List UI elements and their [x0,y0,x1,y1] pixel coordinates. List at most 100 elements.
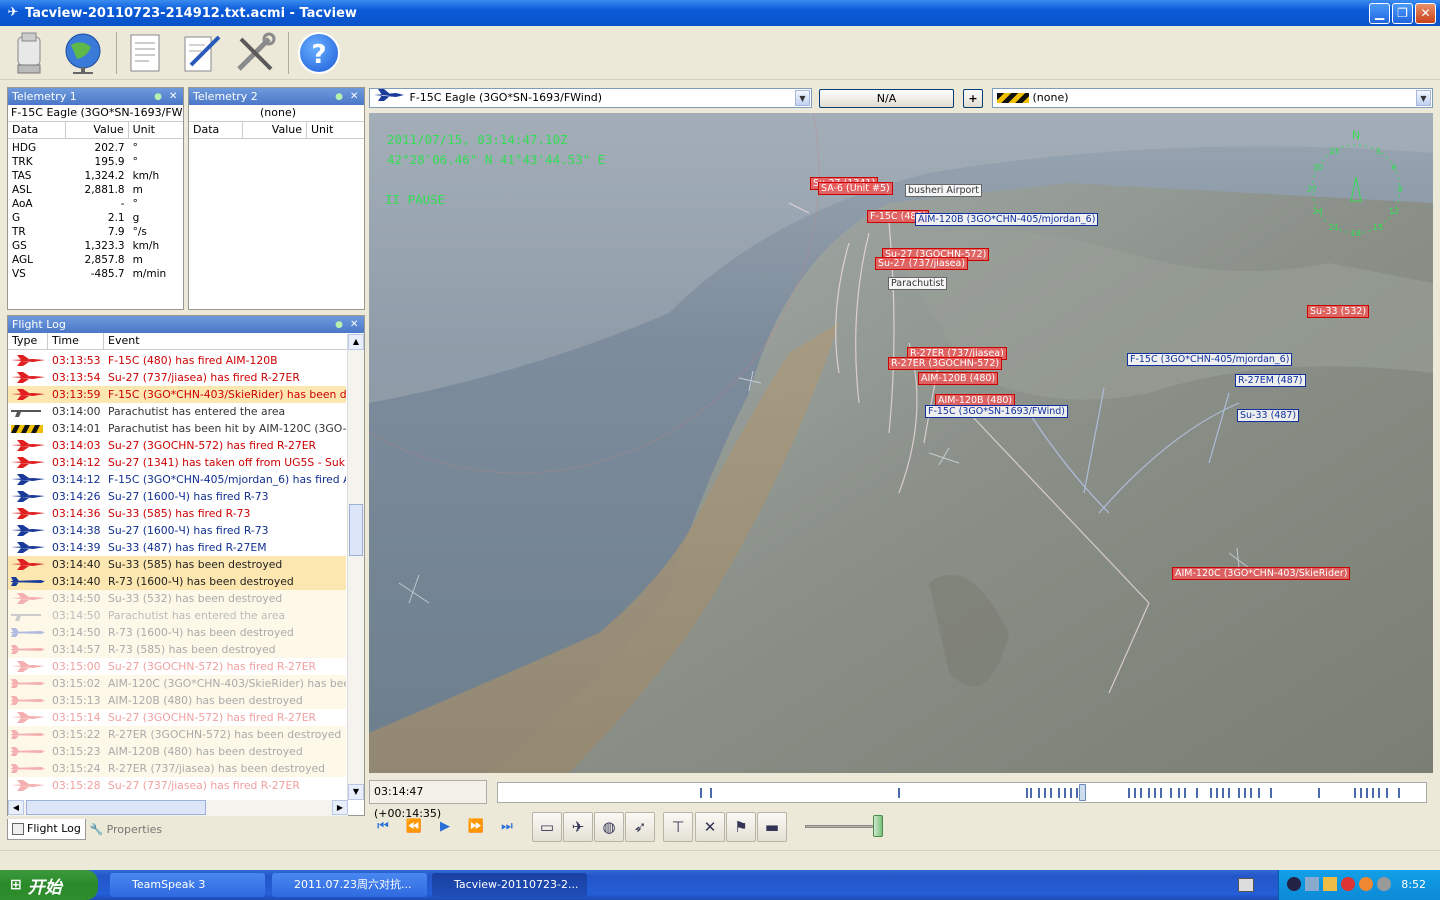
task-tacview[interactable]: Tacview-20110723-2... [432,873,587,897]
tank-icon[interactable]: ▬ [757,812,787,842]
event-timeline[interactable] [497,782,1427,803]
object-label[interactable]: AIM-120B (480) [918,372,999,385]
log-entry[interactable]: 03:15:00 Su-27 (3GOCHN-572) has fired R-2… [8,658,346,675]
play-icon[interactable]: ▶ [432,812,458,840]
log-entry[interactable]: 03:15:02 AIM-120C (3GO*CHN-403/SkieRider)… [8,675,346,692]
pin-icon[interactable]: ● [334,92,344,102]
telemetry-2-object[interactable]: (none) [189,105,364,122]
globe-network-icon[interactable] [60,30,106,76]
col-data[interactable]: Data [189,122,243,138]
log-entry[interactable]: 03:15:13 AIM-120B (480) has been destroye… [8,692,346,709]
aircraft-filter-icon[interactable]: ✈ [563,812,593,842]
timeline-cursor[interactable] [1078,784,1086,801]
log-entry[interactable]: 03:13:54 Su-27 (737/jiasea) has fired R-2… [8,369,346,386]
object-label[interactable]: R-27ER (3GOCHN-572) [888,357,1003,370]
missile-filter-icon[interactable]: ➶ [625,812,655,842]
fast-forward-icon[interactable]: ⏩ [463,812,489,840]
volume-icon[interactable] [1377,877,1391,891]
scroll-down-button[interactable]: ▼ [348,784,364,800]
log-entry[interactable]: 03:14:12 F-15C (3GO*CHN-405/mjordan_6) ha… [8,471,346,488]
log-horizontal-scrollbar[interactable]: ◀ ▶ [8,800,348,816]
col-value[interactable]: Value [66,122,129,138]
log-entry[interactable]: 03:14:40 R-73 (1600-Ч) has been destroyed [8,573,346,590]
pin-icon[interactable]: ● [153,92,163,102]
close-button[interactable]: ✕ [1415,2,1436,24]
log-entry[interactable]: 03:14:39 Su-33 (487) has fired R-27EM [8,539,346,556]
help-icon[interactable]: ? [296,30,342,76]
object-label[interactable]: SA-6 (Unit #5) [818,182,893,195]
speed-slider-thumb[interactable] [873,815,883,837]
warning-icon[interactable] [1323,877,1337,891]
tab-properties[interactable]: 🔧 Properties [86,819,166,840]
object-label[interactable]: Su-27 (737/jiasea) [875,257,969,270]
crossed-weapons-icon[interactable]: ✕ [695,812,725,842]
object-label[interactable]: AIM-120C (3GO*CHN-403/SkieRider) [1172,567,1351,580]
task-teamspeak[interactable]: TeamSpeak 3 [110,873,265,897]
close-icon[interactable]: ✕ [350,319,360,330]
radar-icon[interactable]: ⊤ [663,812,693,842]
object-label[interactable]: Parachutist [888,277,948,290]
log-entry[interactable]: 03:14:12 Su-27 (1341) has taken off from … [8,454,346,471]
col-time[interactable]: Time [48,333,104,349]
log-entry[interactable]: 03:13:59 F-15C (3GO*CHN-403/SkieRider) ha… [8,386,346,403]
cockpit-view-icon[interactable]: ▭ [532,812,562,842]
h-scroll-thumb[interactable] [26,800,206,815]
maximize-button[interactable]: ❐ [1392,2,1413,24]
scroll-thumb[interactable] [349,504,363,556]
chevron-down-icon[interactable]: ▼ [795,90,810,106]
object-label[interactable]: Su-33 (532) [1307,305,1370,318]
scroll-right-button[interactable]: ▶ [332,800,348,815]
log-entry[interactable]: 03:14:36 Su-33 (585) has fired R-73 [8,505,346,522]
close-icon[interactable]: ✕ [169,91,179,102]
col-event[interactable]: Event [104,333,348,349]
minimize-button[interactable]: ▁ [1369,2,1390,24]
helicopter-icon[interactable]: ⚑ [726,812,756,842]
object-label[interactable]: F-15C (3GO*SN-1693/FWind) [925,405,1068,418]
close-icon[interactable]: ✕ [350,91,360,102]
keyboard-icon[interactable] [1238,878,1254,892]
log-entry[interactable]: 03:14:50 R-73 (1600-Ч) has been destroyed [8,624,346,641]
log-entry[interactable]: 03:14:50 Su-33 (532) has been destroyed [8,590,346,607]
title-bar[interactable]: ✈ Tacview-20110723-214912.txt.acmi - Tac… [0,0,1440,26]
network-icon[interactable] [1305,877,1319,891]
object-label[interactable]: Su-33 (487) [1237,409,1300,422]
tray-app-icon[interactable] [1287,877,1301,891]
log-vertical-scrollbar[interactable]: ▲ ▼ [347,334,364,800]
start-button[interactable]: ⊞ 开始 [0,870,98,900]
task-ie[interactable]: 2011.07.23周六对抗... [272,873,427,897]
log-entry[interactable]: 03:14:40 Su-33 (585) has been destroyed [8,556,346,573]
log-entry[interactable]: 03:14:00 Parachutist has entered the area [8,403,346,420]
object-label[interactable]: AIM-120B (3GO*CHN-405/mjordan_6) [915,213,1099,226]
log-entry[interactable]: 03:15:28 Su-27 (737/jiasea) has fired R-2… [8,777,346,794]
add-button[interactable]: + [963,89,983,108]
col-unit[interactable]: Unit [129,122,183,138]
telemetry-1-object[interactable]: F-15C Eagle (3GO*SN-1693/FWind) [8,105,183,122]
update-icon[interactable] [1359,877,1373,891]
antivirus-icon[interactable] [1341,877,1355,891]
scroll-up-button[interactable]: ▲ [348,334,364,350]
globe-filter-icon[interactable]: ◍ [594,812,624,842]
notepad-pencil-icon[interactable] [178,30,224,76]
object-label[interactable]: F-15C (3GO*CHN-405/mjordan_6) [1127,353,1293,366]
skip-start-icon[interactable]: ⏮ [370,812,396,840]
object-label[interactable]: R-27EM (487) [1235,374,1306,387]
speed-slider[interactable] [805,825,879,828]
log-entry[interactable]: 03:15:24 R-27ER (737/jiasea) has been des… [8,760,346,777]
tools-icon[interactable] [232,30,278,76]
object-select[interactable]: F-15C Eagle (3GO*SN-1693/FWind) ▼ [369,88,812,108]
log-entry[interactable]: 03:14:38 Su-27 (1600-Ч) has fired R-73 [8,522,346,539]
log-entry[interactable]: 03:15:14 Su-27 (3GOCHN-572) has fired R-2… [8,709,346,726]
scroll-left-button[interactable]: ◀ [8,800,24,815]
usb-drive-icon[interactable] [6,30,52,76]
log-entry[interactable]: 03:15:23 AIM-120B (480) has been destroye… [8,743,346,760]
log-entry[interactable]: 03:14:26 Su-27 (1600-Ч) has fired R-73 [8,488,346,505]
log-entry[interactable]: 03:14:50 Parachutist has entered the area [8,607,346,624]
col-type[interactable]: Type [8,333,48,349]
col-data[interactable]: Data [8,122,67,138]
object-label[interactable]: busheri Airport [905,184,982,197]
col-value[interactable]: Value [243,122,307,138]
log-entry[interactable]: 03:14:01 Parachutist has been hit by AIM-… [8,420,346,437]
log-entry[interactable]: 03:15:22 R-27ER (3GOCHN-572) has been des… [8,726,346,743]
log-entry[interactable]: 03:14:03 Su-27 (3GOCHN-572) has fired R-2… [8,437,346,454]
col-unit[interactable]: Unit [307,122,363,138]
